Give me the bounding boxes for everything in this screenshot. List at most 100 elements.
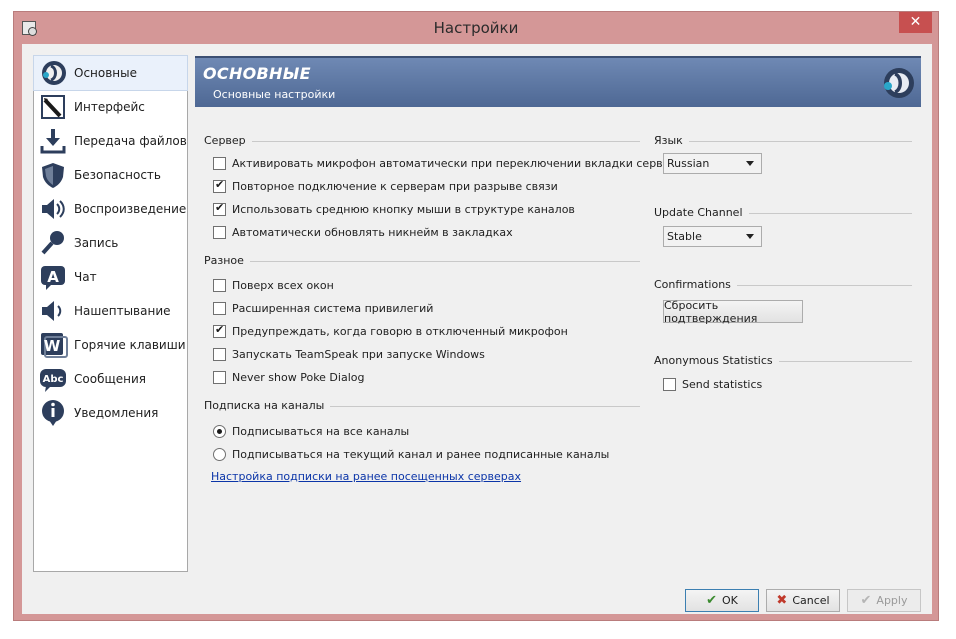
subscribe-all-option[interactable]: Подписываться на все каналы <box>213 422 409 440</box>
sidebar-item-label: Запись <box>74 236 119 250</box>
subscribe-current-radio[interactable] <box>213 447 226 461</box>
language-group-title: Язык <box>654 134 912 147</box>
send-statistics-option[interactable]: Send statistics <box>663 375 762 393</box>
option-label: Подписываться на все каналы <box>232 424 410 438</box>
middle-mouse-checkbox[interactable] <box>213 201 226 216</box>
group-divider <box>251 140 640 142</box>
auto-activate-mic-checkbox[interactable] <box>213 156 226 170</box>
checkmark-icon: ✔ <box>860 593 872 608</box>
send-statistics-checkbox[interactable] <box>663 377 676 391</box>
confirmations-group-label: Confirmations <box>654 278 731 291</box>
close-button[interactable]: ✕ <box>899 12 932 33</box>
cross-icon: ✖ <box>776 593 788 608</box>
sidebar-item-capture[interactable]: Запись <box>34 226 187 260</box>
subscribe-current-option[interactable]: Подписываться на текущий канал и ранее п… <box>213 445 609 463</box>
advanced-permissions-option[interactable]: Расширенная система привилегий <box>213 299 433 317</box>
sidebar-item-label: Чат <box>74 270 97 284</box>
server-group-label: Сервер <box>204 134 246 147</box>
reconnect-checkbox[interactable] <box>213 178 226 193</box>
group-divider <box>688 140 912 142</box>
notification-icon <box>38 398 68 428</box>
sidebar-item-messages[interactable]: Abc Сообщения <box>34 362 187 396</box>
sidebar-item-chat[interactable]: A Чат <box>34 260 187 294</box>
whisper-icon <box>38 296 68 326</box>
reconnect-option[interactable]: Повторное подключение к серверам при раз… <box>213 177 558 195</box>
confirmations-group-title: Confirmations <box>654 278 912 291</box>
sidebar-item-label: Безопасность <box>74 168 161 182</box>
microphone-icon <box>38 228 68 258</box>
option-label: Повторное подключение к серверам при раз… <box>232 179 558 193</box>
reset-confirmations-button[interactable]: Сбросить подтверждения <box>663 299 803 325</box>
sidebar-item-label: Сообщения <box>74 372 147 386</box>
update-nickname-checkbox[interactable] <box>213 225 226 239</box>
ok-label: OK <box>722 594 738 607</box>
group-divider <box>736 284 912 286</box>
option-label: Подписываться на текущий канал и ранее п… <box>232 447 610 461</box>
never-show-poke-checkbox[interactable] <box>213 370 226 384</box>
language-select[interactable]: Russian <box>663 153 762 174</box>
sidebar-item-notifications[interactable]: Уведомления <box>34 396 187 430</box>
teamspeak-logo-icon <box>884 68 914 98</box>
option-label: Активировать микрофон автоматически при … <box>232 156 684 170</box>
group-divider <box>778 360 912 362</box>
option-label: Автоматически обновлять никнейм в заклад… <box>232 225 513 239</box>
always-on-top-checkbox[interactable] <box>213 278 226 292</box>
sidebar-item-label: Основные <box>74 66 138 80</box>
sidebar-item-label: Горячие клавиши <box>74 338 186 352</box>
advanced-permissions-checkbox[interactable] <box>213 301 226 315</box>
page-subtitle: Основные настройки <box>213 88 336 101</box>
cancel-button[interactable]: ✖ Cancel <box>766 589 840 612</box>
sidebar-item-playback[interactable]: Воспроизведение <box>34 192 187 226</box>
update-channel-select[interactable]: Stable <box>663 226 762 247</box>
apply-button[interactable]: ✔ Apply <box>847 589 921 612</box>
update-channel-selected-value: Stable <box>667 230 702 243</box>
window-title: Настройки <box>433 19 519 37</box>
group-divider <box>748 212 912 214</box>
never-show-poke-option[interactable]: Never show Poke Dialog <box>213 368 364 386</box>
settings-sidebar: Основные Интерфейс Передача файлов Безоп… <box>33 55 188 572</box>
subscribe-all-radio[interactable] <box>213 424 226 438</box>
misc-group-title: Разное <box>204 254 640 267</box>
sidebar-item-file-transfer[interactable]: Передача файлов <box>34 124 187 158</box>
title-bar[interactable]: Настройки ✕ <box>14 12 938 44</box>
subscription-settings-link[interactable]: Настройка подписки на ранее посещенных с… <box>211 470 521 483</box>
chevron-down-icon <box>746 161 754 166</box>
settings-client-area: Основные Интерфейс Передача файлов Безоп… <box>22 44 932 614</box>
sidebar-item-label: Воспроизведение <box>74 202 187 216</box>
sidebar-item-general[interactable]: Основные <box>33 55 188 91</box>
sidebar-item-label: Передача файлов <box>74 134 187 148</box>
page-title: ОСНОВНЫЕ <box>203 64 311 83</box>
option-label: Расширенная система привилегий <box>232 301 434 315</box>
start-with-windows-checkbox[interactable] <box>213 347 226 361</box>
sidebar-item-interface[interactable]: Интерфейс <box>34 90 187 124</box>
anonymous-stats-group-title: Anonymous Statistics <box>654 354 912 367</box>
muted-mic-warning-option[interactable]: Предупреждать, когда говорю в отключенны… <box>213 322 568 340</box>
sidebar-item-label: Уведомления <box>74 406 159 420</box>
svg-text:Abc: Abc <box>43 374 64 385</box>
start-with-windows-option[interactable]: Запускать TeamSpeak при запуске Windows <box>213 345 485 363</box>
svg-text:W: W <box>44 337 61 355</box>
always-on-top-option[interactable]: Поверх всех окон <box>213 276 334 294</box>
sidebar-item-hotkeys[interactable]: W Горячие клавиши <box>34 328 187 362</box>
speaker-icon <box>38 194 68 224</box>
download-icon <box>38 126 68 156</box>
page-header-banner: ОСНОВНЫЕ Основные настройки <box>195 56 921 107</box>
language-group-label: Язык <box>654 134 683 147</box>
language-selected-value: Russian <box>667 157 710 170</box>
ok-button[interactable]: ✔ OK <box>685 589 759 612</box>
auto-activate-mic-option[interactable]: Активировать микрофон автоматически при … <box>213 154 683 172</box>
pen-icon <box>38 92 68 122</box>
sidebar-item-whisper[interactable]: Нашептывание <box>34 294 187 328</box>
option-label: Запускать TeamSpeak при запуске Windows <box>232 347 485 361</box>
hotkey-icon: W <box>38 330 68 360</box>
middle-mouse-option[interactable]: Использовать среднюю кнопку мыши в струк… <box>213 200 575 218</box>
teamspeak-logo-icon <box>38 58 68 88</box>
misc-group-label: Разное <box>204 254 244 267</box>
server-group-title: Сервер <box>204 134 640 147</box>
muted-mic-warning-checkbox[interactable] <box>213 323 226 338</box>
update-nickname-option[interactable]: Автоматически обновлять никнейм в заклад… <box>213 223 513 241</box>
anonymous-stats-group-label: Anonymous Statistics <box>654 354 773 367</box>
checkmark-icon: ✔ <box>706 593 718 608</box>
option-label: Never show Poke Dialog <box>232 370 365 384</box>
sidebar-item-security[interactable]: Безопасность <box>34 158 187 192</box>
